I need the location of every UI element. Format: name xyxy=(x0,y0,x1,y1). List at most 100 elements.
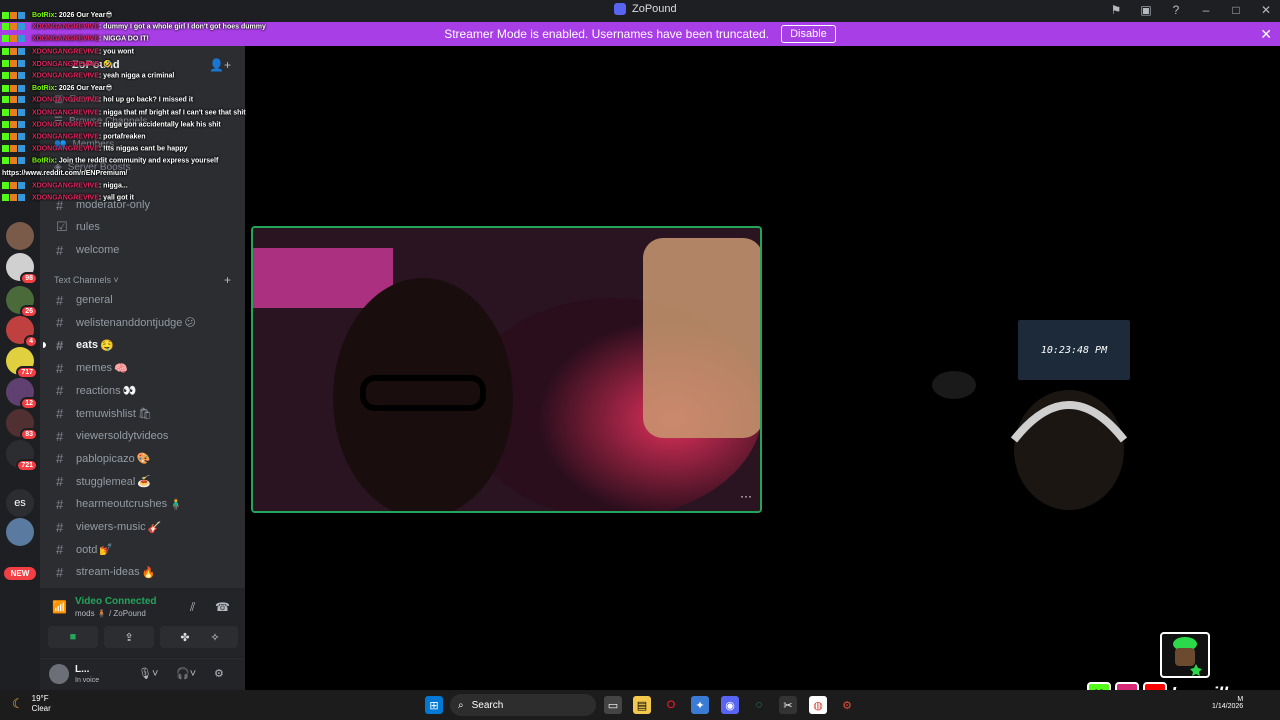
server-boosts-item[interactable]: ◈ Server Boosts xyxy=(54,162,131,173)
boost-icon: ◈ xyxy=(54,162,62,173)
channel-welcome[interactable]: # welcome xyxy=(48,240,238,260)
category-text-channels[interactable]: Text Channels ˅ xyxy=(54,275,119,285)
channel-moderator-only[interactable]: # moderator-only xyxy=(48,195,238,215)
disconnect-icon[interactable]: ☎ xyxy=(215,600,230,614)
copilot-icon[interactable]: ✦ xyxy=(691,696,709,714)
server-icon-8[interactable] xyxy=(6,518,34,546)
channel-temuwishlist[interactable]: # temuwishlist 🛍 xyxy=(48,404,238,424)
events-item[interactable]: ▦ Events xyxy=(54,94,100,105)
opera-icon[interactable]: O xyxy=(662,696,680,714)
discord-icon[interactable]: ◉ xyxy=(721,696,739,714)
activities-icon: ✤ xyxy=(180,631,190,644)
screen-share-button[interactable]: ⇪ xyxy=(104,626,154,648)
server-es[interactable]: es xyxy=(6,489,34,517)
server-icon-4[interactable]: 717 xyxy=(6,347,38,379)
minimize-icon[interactable]: – xyxy=(1198,2,1214,18)
hash-icon: # xyxy=(56,428,64,444)
server-icon-2[interactable]: 26 xyxy=(6,286,38,318)
clock-date[interactable]: M 1/14/2026 xyxy=(1212,696,1243,710)
channel-eats[interactable]: # eats 🤤 xyxy=(48,335,238,355)
voice-location[interactable]: mods 🧍🏽 / ZoPound xyxy=(75,609,146,618)
server-icon-7[interactable]: 721 xyxy=(6,440,38,472)
channel-emoji: 🍝 xyxy=(137,476,152,489)
hash-icon: # xyxy=(56,496,64,512)
channel-emoji: 🛍 xyxy=(137,408,152,420)
file-explorer-icon[interactable]: ▤ xyxy=(633,696,651,714)
calendar-icon: ▦ xyxy=(54,94,64,105)
soundboard-button[interactable]: ✧ xyxy=(192,626,238,648)
mention-badge: 83 xyxy=(20,428,38,441)
channel-memes[interactable]: # memes 🧠 xyxy=(48,358,238,378)
channel-pablopicazo[interactable]: # pablopicazo 🎨 xyxy=(48,449,238,469)
channel-stream-ideas[interactable]: # stream-ideas 🔥 xyxy=(48,562,238,582)
server-icon-0[interactable] xyxy=(6,222,34,250)
signal-icon[interactable]: 📶 xyxy=(52,600,67,614)
channel-label: welistenanddontjudge xyxy=(76,316,183,329)
clock-text: 10:23:48 PM xyxy=(1040,344,1108,356)
tray-app-icon[interactable]: ⚙ xyxy=(838,696,856,714)
channel-label: viewers-music xyxy=(76,521,146,533)
weather-widget[interactable]: ☾ 19°F Clear xyxy=(12,694,51,714)
hash-icon: # xyxy=(56,360,64,376)
mention-badge: 4 xyxy=(24,335,38,348)
channel-emoji: 🧠 xyxy=(114,362,128,375)
app-icon[interactable]: ◌ xyxy=(750,696,768,714)
chrome-icon[interactable]: ◍ xyxy=(809,696,827,714)
avatar[interactable] xyxy=(49,664,69,684)
inbox-icon[interactable]: ▣ xyxy=(1138,2,1154,18)
flag-icon[interactable]: ⚑ xyxy=(1108,2,1124,18)
camera-button[interactable]: ■ xyxy=(48,626,98,648)
capcut-icon[interactable]: ✂ xyxy=(779,696,797,714)
server-icon-5[interactable]: 12 xyxy=(6,378,38,410)
taskbar-search[interactable]: ⌕ Search xyxy=(450,694,596,716)
start-icon[interactable]: ⊞ xyxy=(425,696,443,714)
hash-icon: # xyxy=(56,292,64,308)
hash-icon: # xyxy=(56,564,64,580)
channel-rules[interactable]: ☑ rules xyxy=(48,217,238,237)
close-window-icon[interactable]: ✕ xyxy=(1258,2,1274,18)
user-name[interactable]: L... xyxy=(75,664,89,675)
maximize-icon[interactable]: □ xyxy=(1228,2,1244,18)
new-badge[interactable]: NEW xyxy=(4,567,36,580)
settings-gear-icon[interactable]: ⚙ xyxy=(214,667,224,680)
browse-channels-item[interactable]: ☰ Browse Channels xyxy=(54,116,147,127)
channel-emoji: 🎸 xyxy=(147,521,162,534)
voice-panel: 📶 Video Connected mods 🧍🏽 / ZoPound ⫽ ☎ … xyxy=(40,588,245,658)
channel-reactions[interactable]: # reactions 👀 xyxy=(48,381,238,401)
invite-icon[interactable]: 👤+ xyxy=(209,58,231,72)
mic-icon[interactable]: 🎙˅ xyxy=(138,667,158,680)
noise-suppression-icon[interactable]: ⫽ xyxy=(190,600,195,615)
hash-icon: # xyxy=(56,383,64,399)
title-bar: ZoPound ⚑ ▣ ? – □ ✕ xyxy=(0,0,1280,22)
hash-icon: # xyxy=(56,542,64,558)
members-item[interactable]: 👥 Members xyxy=(54,139,114,150)
channel-hearmeoutcrushes[interactable]: # hearmeoutcrushes 🧍‍♂️ xyxy=(48,494,238,514)
channel-ootd[interactable]: # ootd 💅 xyxy=(48,540,238,560)
search-placeholder: Search xyxy=(471,699,504,711)
channel-viewersoldytvideos[interactable]: # viewersoldytvideos xyxy=(48,426,238,446)
server-icon-1[interactable]: 98 xyxy=(6,253,38,285)
channel-viewers-music[interactable]: # viewers-music 🎸 xyxy=(48,517,238,537)
server-icon-3[interactable]: 4 xyxy=(6,316,38,348)
window-title: ZoPound xyxy=(614,3,677,15)
add-channel-icon[interactable]: + xyxy=(224,273,231,287)
channel-welistenanddontjudge[interactable]: # welistenanddontjudge 😕 xyxy=(48,313,238,333)
help-icon[interactable]: ? xyxy=(1168,2,1184,18)
more-options-icon[interactable]: ··· xyxy=(740,489,752,503)
server-header[interactable]: ZoPound 👤+ xyxy=(40,54,245,76)
video-tile[interactable]: ··· xyxy=(251,226,762,513)
channel-stugglemeal[interactable]: # stugglemeal 🍝 xyxy=(48,472,238,492)
headphones-icon[interactable]: 🎧˅ xyxy=(176,667,196,680)
user-status: In voice xyxy=(75,677,100,684)
channel-emoji: 😕 xyxy=(184,317,196,330)
streamer-logo xyxy=(1160,632,1210,678)
channel-label: general xyxy=(76,294,113,306)
hash-icon: # xyxy=(56,197,64,213)
disable-streamer-mode-button[interactable]: Disable xyxy=(781,25,836,43)
task-view-icon[interactable]: ▭ xyxy=(604,696,622,714)
weather-desc: Clear xyxy=(31,704,51,713)
server-icon-6[interactable]: 83 xyxy=(6,409,38,441)
close-icon[interactable]: ✕ xyxy=(1260,26,1272,43)
channel-general[interactable]: # general xyxy=(48,290,238,310)
channel-label: viewersoldytvideos xyxy=(76,430,169,443)
